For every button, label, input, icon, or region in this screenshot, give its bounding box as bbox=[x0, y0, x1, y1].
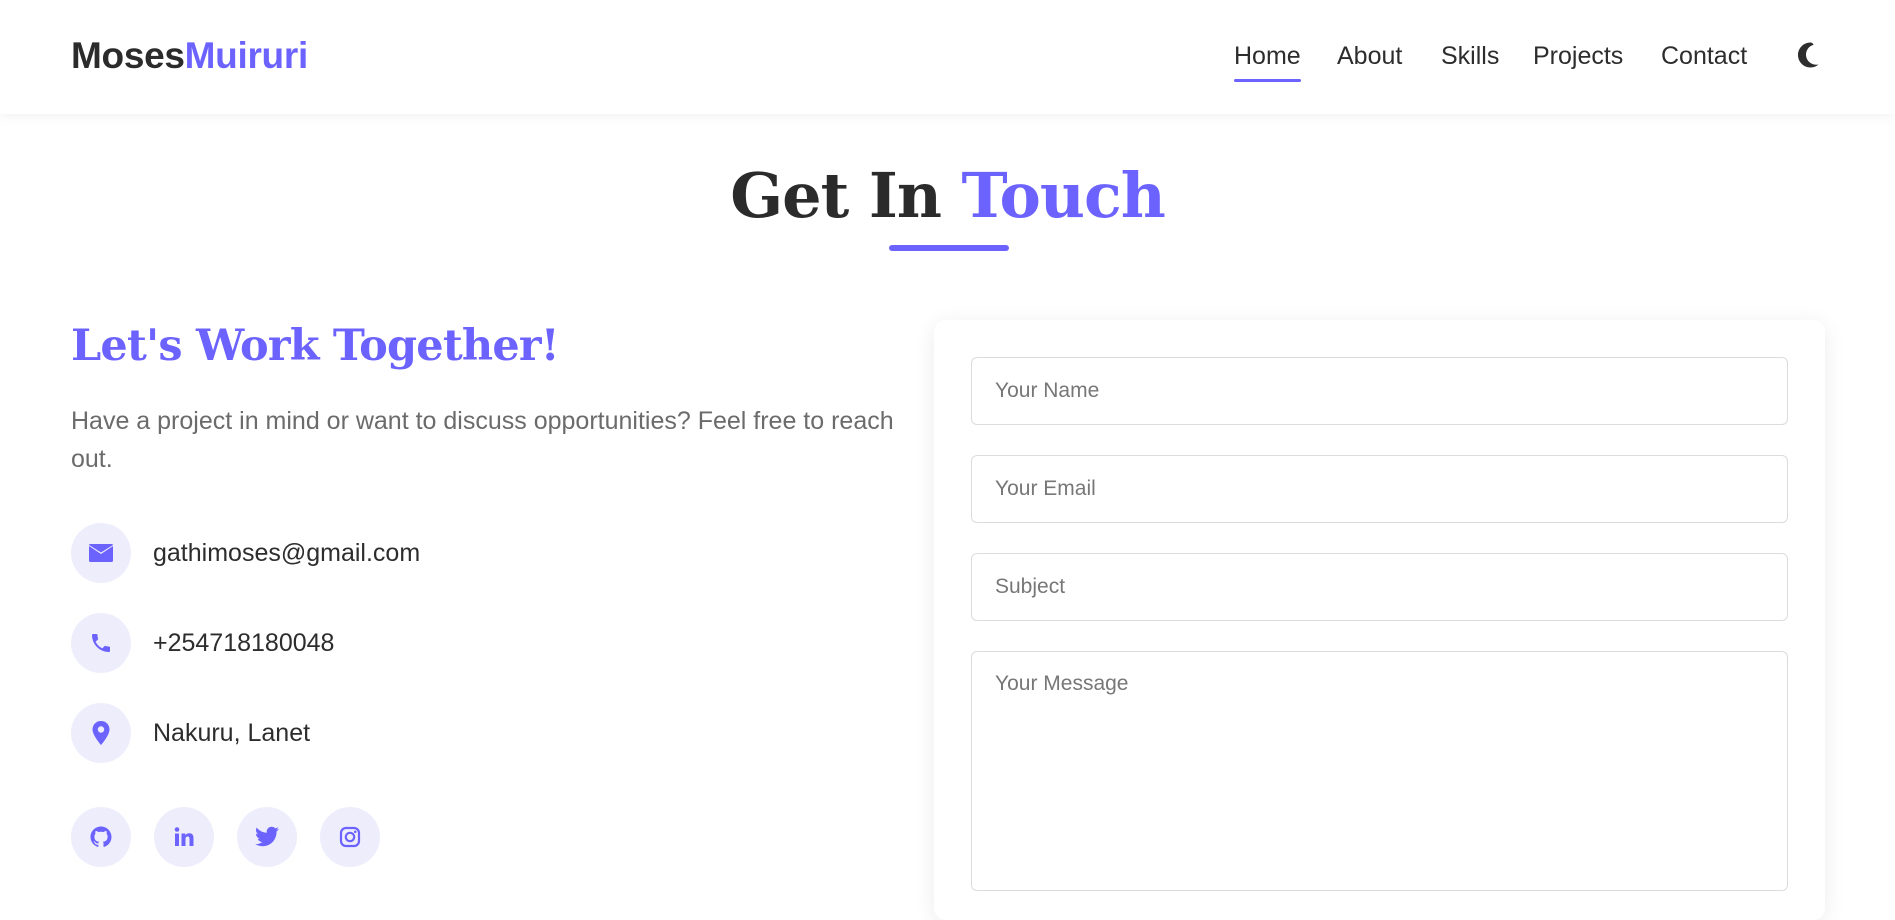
nav-item-skills[interactable]: Skills bbox=[1441, 40, 1499, 72]
contact-form-card bbox=[934, 320, 1825, 920]
section-title-accent: Touch bbox=[961, 159, 1166, 232]
subject-input[interactable] bbox=[971, 553, 1788, 621]
nav-item-projects[interactable]: Projects bbox=[1533, 40, 1623, 72]
contact-phone-row: +254718180048 bbox=[71, 613, 334, 673]
logo-first-name: Moses bbox=[71, 35, 185, 76]
name-input[interactable] bbox=[971, 357, 1788, 425]
nav-item-home[interactable]: Home bbox=[1234, 40, 1301, 82]
contact-email-text[interactable]: gathimoses@gmail.com bbox=[153, 539, 420, 568]
twitter-icon[interactable] bbox=[237, 807, 297, 867]
contact-phone-text[interactable]: +254718180048 bbox=[153, 629, 334, 658]
message-textarea[interactable] bbox=[971, 651, 1788, 891]
section-title: Get In Touch bbox=[0, 158, 1895, 234]
site-logo[interactable]: MosesMuiruri bbox=[71, 34, 308, 78]
contact-heading: Let's Work Together! bbox=[71, 321, 560, 371]
email-input[interactable] bbox=[971, 455, 1788, 523]
logo-last-name: Muiruri bbox=[184, 35, 309, 76]
nav-item-about[interactable]: About bbox=[1337, 40, 1402, 72]
site-header: MosesMuiruri Home About Skills Projects … bbox=[0, 0, 1895, 114]
instagram-icon[interactable] bbox=[320, 807, 380, 867]
location-pin-icon bbox=[71, 703, 131, 763]
nav-item-contact[interactable]: Contact bbox=[1661, 40, 1747, 72]
linkedin-icon[interactable] bbox=[154, 807, 214, 867]
contact-email-row: gathimoses@gmail.com bbox=[71, 523, 420, 583]
phone-icon bbox=[71, 613, 131, 673]
moon-icon[interactable] bbox=[1796, 41, 1820, 69]
title-underline bbox=[889, 245, 1009, 251]
contact-location-text: Nakuru, Lanet bbox=[153, 718, 311, 747]
section-title-main: Get In bbox=[730, 159, 962, 232]
contact-location-row: Nakuru, Lanet bbox=[71, 703, 310, 763]
contact-intro: Have a project in mind or want to discus… bbox=[71, 407, 894, 473]
social-links bbox=[71, 807, 380, 867]
github-icon[interactable] bbox=[71, 807, 131, 867]
envelope-icon bbox=[71, 523, 131, 583]
